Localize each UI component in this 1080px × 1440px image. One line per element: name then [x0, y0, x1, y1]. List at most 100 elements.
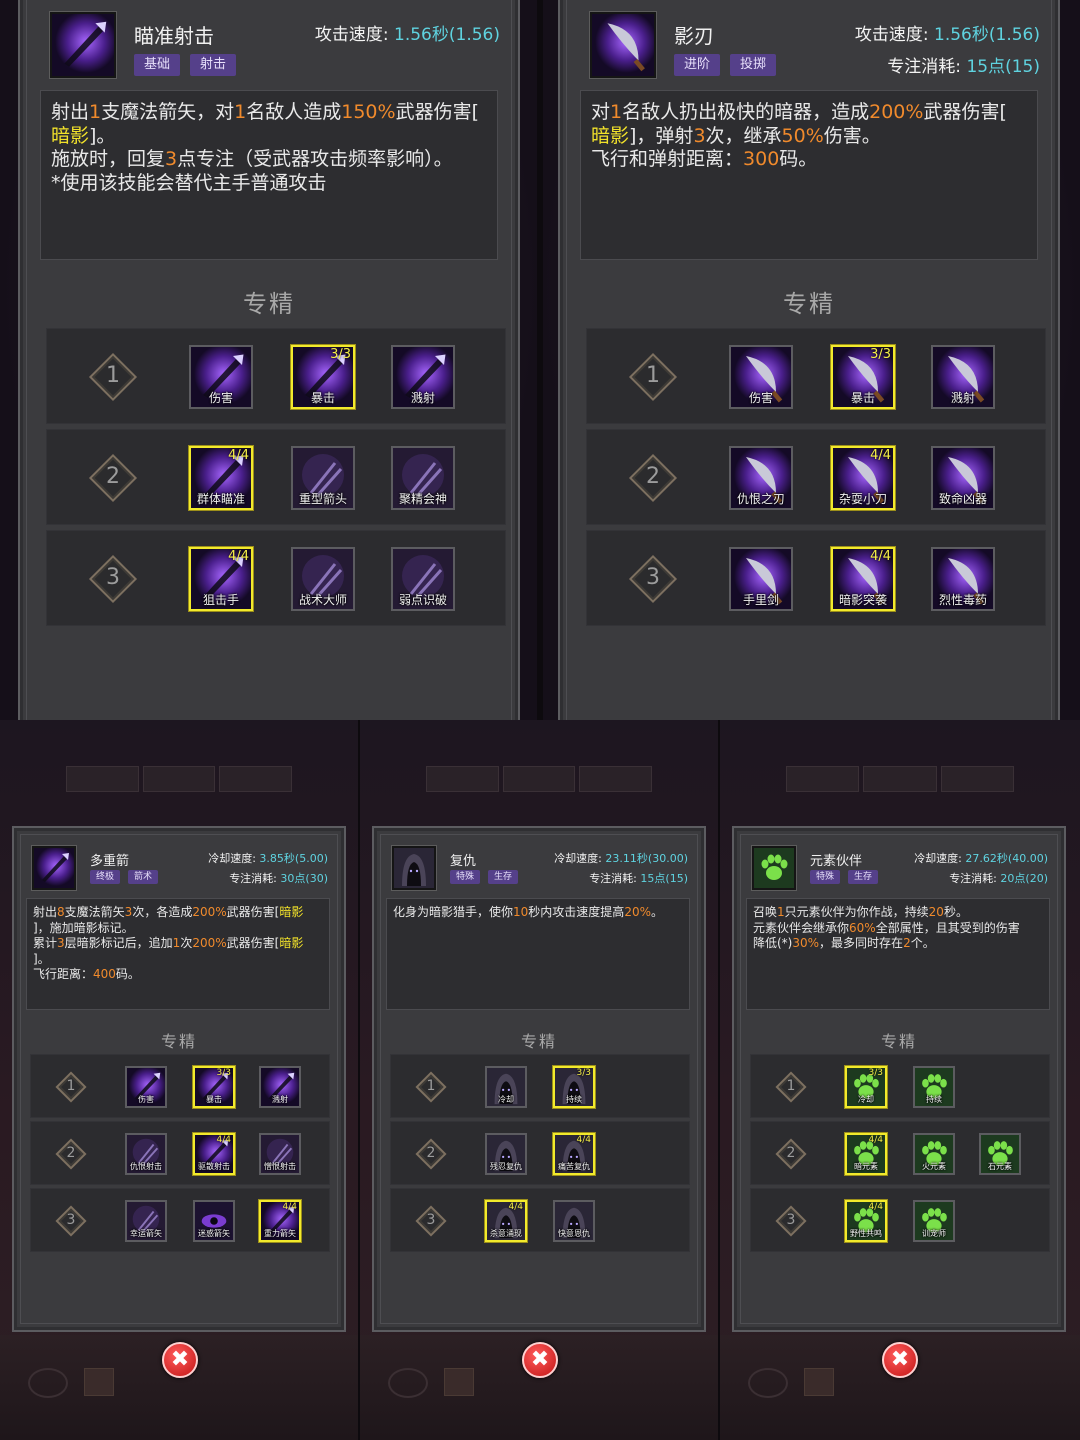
spec-option-button[interactable]: 火元素: [913, 1133, 955, 1175]
skill-tag: 射击: [190, 54, 236, 76]
spec-option-button[interactable]: 溅射: [259, 1066, 301, 1108]
spec-tier-row: 2 仇恨之刃 4/4 杂耍小刀 致命凶器: [586, 429, 1046, 525]
divider: [537, 0, 543, 720]
spec-option-button[interactable]: 4/4 群体瞄准: [189, 446, 253, 510]
skill-tag: 基础: [134, 54, 180, 76]
spec-option-button[interactable]: 战术大师: [291, 547, 355, 611]
close-button[interactable]: ✖: [882, 1342, 918, 1378]
description-text: 名敌人扔出极快的暗器，造成: [622, 101, 870, 123]
speed-stat: 冷却速度: 27.62秒(40.00): [914, 850, 1048, 866]
description-text: 射出: [33, 905, 58, 919]
spec-option-button[interactable]: 4/4 暗元素: [845, 1133, 887, 1175]
spec-option-button[interactable]: 4/4 野性共鸣: [845, 1200, 887, 1242]
rank-count: 4/4: [282, 1202, 297, 1212]
description-line: 对1名敌人扔出极快的暗器，造成200%武器伤害[: [591, 101, 1027, 125]
description-text: 30%: [792, 936, 820, 950]
spec-option-label: 溅射: [950, 391, 975, 405]
skill-name: 影刃: [674, 24, 714, 48]
spec-option-button[interactable]: 4/4 重力箭矢: [259, 1200, 301, 1242]
rank-count: 4/4: [576, 1135, 591, 1145]
spec-option-button[interactable]: 伤害: [189, 345, 253, 409]
spec-option-button[interactable]: 训宠师: [913, 1200, 955, 1242]
description-line: 飞行距离：400码。: [33, 967, 323, 983]
spec-option-button[interactable]: 3/3 持续: [553, 1066, 595, 1108]
spec-option-label: 重力箭矢: [264, 1229, 296, 1238]
spec-tier-row: 3 4/4 野性共鸣 训宠师: [750, 1188, 1050, 1252]
spec-option-button[interactable]: 聚精会神: [391, 446, 455, 510]
spec-option-button[interactable]: 伤害: [125, 1066, 167, 1108]
spec-tier-row: 2 4/4 群体瞄准 重型箭头 聚精会神: [46, 429, 506, 525]
spec-option-button[interactable]: 持续: [913, 1066, 955, 1108]
description-text: 60%: [849, 920, 876, 935]
description-text: 对: [591, 101, 611, 123]
skill-panel: 影刃 进阶 投掷 攻击速度: 1.56秒(1.56) 专注消耗: 15点(15) 对1名敌…: [558, 0, 1060, 720]
tier-number: 3: [106, 564, 120, 590]
spec-option-button[interactable]: 溅射: [391, 345, 455, 409]
spec-option-button[interactable]: 烈性毒药: [931, 547, 995, 611]
spec-option-button[interactable]: 3/3 暴击: [291, 345, 355, 409]
spec-option-button[interactable]: 仇恨之刃: [729, 446, 793, 510]
spec-option-button[interactable]: 4/4 杀意涌现: [485, 1200, 527, 1242]
spec-option-button[interactable]: 4/4 驱散射击: [193, 1133, 235, 1175]
spec-option-button[interactable]: 4/4 痛苦复仇: [553, 1133, 595, 1175]
spec-tier-row: 3 4/4 杀意涌现 快意恩仇: [390, 1188, 690, 1252]
description-text: 累计: [33, 936, 58, 950]
description-text: ]。: [33, 951, 50, 966]
spec-option-button[interactable]: 仇恨射击: [125, 1133, 167, 1175]
stat2-value: 15点: [640, 872, 666, 885]
stat2-value: 30点: [280, 872, 306, 885]
description-text: 次: [180, 936, 193, 950]
spec-option-button[interactable]: 幸运箭矢: [125, 1200, 167, 1242]
spec-option-button[interactable]: 手里剑: [729, 547, 793, 611]
spec-option-button[interactable]: 快意恩仇: [553, 1200, 595, 1242]
spec-option-button[interactable]: 致命凶器: [931, 446, 995, 510]
spec-option-button[interactable]: 残忍复仇: [485, 1133, 527, 1175]
spec-option-label: 快意恩仇: [558, 1229, 590, 1238]
spec-option-button[interactable]: 4/4 暗影突袭: [831, 547, 895, 611]
spec-option-label: 群体瞄准: [196, 492, 245, 506]
spec-option-button[interactable]: 弱点识破: [391, 547, 455, 611]
skill-panel: 多重箭 终极 箭术 冷却速度: 3.85秒(5.00) 专注消耗: 30点(30) 射出8…: [12, 826, 346, 1332]
description-text: 次，各造成: [132, 905, 193, 919]
screenshot-shadow-blade: 影刃 进阶 投掷 攻击速度: 1.56秒(1.56) 专注消耗: 15点(15) 对1名敌…: [540, 0, 1080, 720]
spec-tier-row: 1 伤害 3/3 暴击 溅射: [46, 328, 506, 424]
description-text: 200%: [869, 101, 924, 123]
spec-option-button[interactable]: 4/4 杂耍小刀: [831, 446, 895, 510]
description-text: 射出: [51, 101, 90, 123]
spec-option-button[interactable]: 3/3 暴击: [193, 1066, 235, 1108]
tier-number: 1: [646, 362, 660, 388]
spec-option-button[interactable]: 伤害: [729, 345, 793, 409]
skill-icon: [392, 846, 436, 890]
spec-option-label: 野性共鸣: [850, 1229, 882, 1238]
spec-option-button[interactable]: 溅射: [931, 345, 995, 409]
spec-option-button[interactable]: 3/3 暴击: [831, 345, 895, 409]
spec-option-button[interactable]: 憎恨射击: [259, 1133, 301, 1175]
stat1-base: 40.00): [1012, 852, 1048, 865]
spec-option-button[interactable]: 迷惑箭矢: [193, 1200, 235, 1242]
spec-option-button[interactable]: 冷却: [485, 1066, 527, 1108]
spec-option-label: 重型箭头: [298, 492, 347, 506]
screenshot-aimed-shot: 瞄准射击 基础 射击 攻击速度: 1.56秒(1.56) 射出1支魔法箭矢，对1名敌人造…: [0, 0, 540, 720]
close-icon: ✖: [890, 1347, 910, 1372]
close-icon: ✖: [530, 1347, 550, 1372]
spec-option-label: 战术大师: [298, 593, 347, 607]
skill-name: 多重箭: [90, 854, 130, 869]
rank-count: 3/3: [576, 1068, 591, 1078]
spec-tier-row: 3 手里剑 4/4 暗影突袭 烈性毒药: [586, 530, 1046, 626]
spec-option-label: 伤害: [208, 391, 233, 405]
spec-option-label: 杀意涌现: [490, 1229, 522, 1238]
spec-option-button[interactable]: 重型箭头: [291, 446, 355, 510]
spec-option-button[interactable]: 石元素: [979, 1133, 1021, 1175]
screenshot-revenge: 复仇 特殊 生存 冷却速度: 23.11秒(30.00) 专注消耗: 15点(15) 化身…: [360, 720, 718, 1440]
speed-stat: 冷却速度: 23.11秒(30.00): [554, 850, 688, 866]
close-button[interactable]: ✖: [162, 1342, 198, 1378]
spec-option-button[interactable]: 3/3 冷却: [845, 1066, 887, 1108]
stat1-label: 攻击速度:: [314, 25, 389, 45]
close-button[interactable]: ✖: [522, 1342, 558, 1378]
spec-tier-row: 2 4/4 暗元素 火元素 石元素: [750, 1121, 1050, 1185]
spec-option-button[interactable]: 4/4 狙击手: [189, 547, 253, 611]
spec-option-label: 手里剑: [742, 593, 779, 607]
description-line: 暗影]，弹射3次，继承50%伤害。: [591, 125, 1027, 149]
stat2-base: (15): [1005, 57, 1040, 77]
description-text: 秒。: [943, 905, 968, 919]
